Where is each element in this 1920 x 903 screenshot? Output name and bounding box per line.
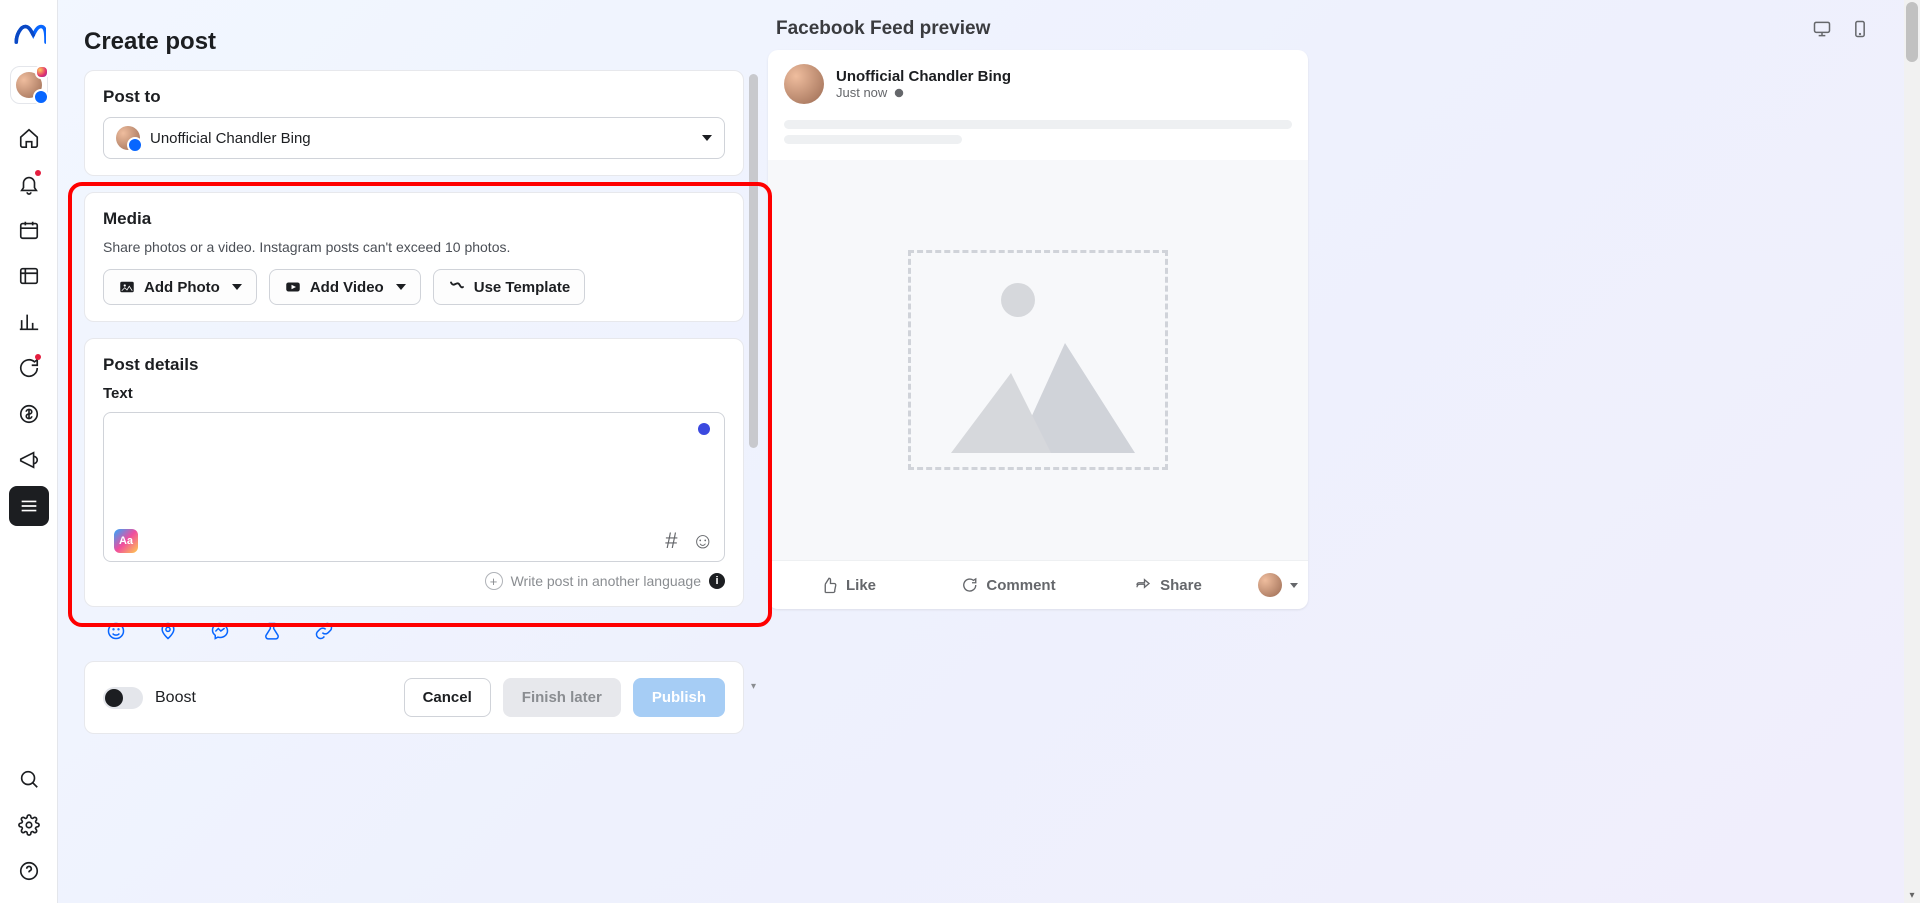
page: Create post ▾ Post to Unofficial Chandle…: [58, 0, 1904, 903]
composer: ▾ Post to Unofficial Chandler Bing Media…: [84, 70, 744, 734]
nav-notifications[interactable]: [9, 164, 49, 204]
chevron-down-icon: [1290, 583, 1298, 588]
composer-footer: Boost Cancel Finish later Publish: [84, 661, 744, 734]
preview-heading: Facebook Feed preview: [776, 18, 990, 40]
add-photo-label: Add Photo: [144, 279, 220, 296]
chevron-down-icon: [396, 284, 406, 290]
nav-all-tools[interactable]: [9, 486, 49, 526]
globe-icon: [893, 87, 905, 99]
preview-text-skeleton: [768, 120, 1308, 160]
nav-help[interactable]: [9, 851, 49, 891]
preview-card: Unofficial Chandler Bing Just now: [768, 50, 1308, 609]
instagram-badge-icon: [35, 65, 49, 79]
info-icon[interactable]: i: [709, 573, 725, 589]
add-video-label: Add Video: [310, 279, 384, 296]
text-label: Text: [103, 385, 725, 402]
use-template-label: Use Template: [474, 279, 570, 296]
placeholder-mountain-icon: [951, 373, 1051, 453]
finish-later-button[interactable]: Finish later: [503, 678, 621, 717]
nav-inbox[interactable]: [9, 348, 49, 388]
left-rail: [0, 0, 58, 903]
facebook-badge-icon: [33, 89, 49, 105]
preview-share-button[interactable]: Share: [1088, 561, 1248, 609]
nav-ads[interactable]: [9, 440, 49, 480]
preview-column: Facebook Feed preview Unofficial Chandle…: [768, 10, 1878, 609]
media-help-text: Share photos or a video. Instagram posts…: [103, 239, 725, 255]
composer-scrollbar[interactable]: ▾: [749, 74, 758, 678]
preview-like-button[interactable]: Like: [768, 561, 928, 609]
nav-content[interactable]: [9, 256, 49, 296]
preview-like-label: Like: [846, 577, 876, 594]
media-card: Media Share photos or a video. Instagram…: [84, 192, 744, 322]
preview-share-label: Share: [1160, 577, 1202, 594]
preview-share-as[interactable]: [1248, 561, 1308, 609]
add-language-icon[interactable]: +: [485, 572, 503, 590]
hashtag-icon[interactable]: #: [665, 530, 677, 552]
boost-toggle[interactable]: [103, 687, 143, 709]
page-avatar: [116, 126, 140, 150]
post-to-selected: Unofficial Chandler Bing: [150, 130, 692, 147]
chevron-down-icon: [232, 284, 242, 290]
nav-settings[interactable]: [9, 805, 49, 845]
ai-suggestion-icon[interactable]: [698, 423, 710, 435]
page-scrollbar[interactable]: ▴ ▾: [1904, 0, 1920, 903]
preview-comment-button[interactable]: Comment: [928, 561, 1088, 609]
scrollbar-thumb[interactable]: [749, 74, 758, 448]
use-template-button[interactable]: Use Template: [433, 269, 585, 305]
preview-avatar: [784, 64, 824, 104]
chevron-down-icon: [702, 135, 712, 141]
post-to-selector[interactable]: Unofficial Chandler Bing: [103, 117, 725, 159]
post-details-card: Post details Text Aa # ☺ +: [84, 338, 744, 607]
page-title: Create post: [84, 28, 744, 56]
preview-author: Unofficial Chandler Bing: [836, 68, 1011, 85]
preview-comment-label: Comment: [986, 577, 1055, 594]
emoji-icon[interactable]: ☺: [692, 530, 714, 552]
location-icon[interactable]: [154, 617, 182, 645]
preview-time: Just now: [836, 85, 887, 100]
desktop-preview-icon[interactable]: [1812, 19, 1832, 39]
write-another-language[interactable]: Write post in another language: [511, 573, 701, 589]
nav-planner[interactable]: [9, 210, 49, 250]
share-icon: [1134, 576, 1152, 594]
post-to-heading: Post to: [103, 87, 725, 107]
nav-monetization[interactable]: [9, 394, 49, 434]
nav-home[interactable]: [9, 118, 49, 158]
ab-test-icon[interactable]: [258, 617, 286, 645]
template-icon: [448, 278, 466, 296]
comment-icon: [960, 576, 978, 594]
preview-media-placeholder: [768, 160, 1308, 560]
nav-search[interactable]: [9, 759, 49, 799]
meta-logo-icon[interactable]: [12, 18, 46, 52]
scrollbar-down-arrow-icon[interactable]: ▾: [1904, 887, 1920, 903]
publish-button[interactable]: Publish: [633, 678, 725, 717]
video-icon: [284, 278, 302, 296]
placeholder-sun-icon: [1001, 283, 1035, 317]
post-extras-toolbar: [84, 617, 744, 649]
scrollbar-thumb[interactable]: [1906, 2, 1918, 62]
nav-insights[interactable]: [9, 302, 49, 342]
mobile-preview-icon[interactable]: [1850, 19, 1870, 39]
scrollbar-down-arrow-icon[interactable]: ▾: [749, 680, 758, 692]
add-photo-button[interactable]: Add Photo: [103, 269, 257, 305]
text-background-icon[interactable]: Aa: [114, 529, 138, 553]
account-switcher[interactable]: [10, 66, 48, 104]
add-video-button[interactable]: Add Video: [269, 269, 421, 305]
photo-icon: [118, 278, 136, 296]
link-icon[interactable]: [310, 617, 338, 645]
post-details-heading: Post details: [103, 355, 725, 375]
preview-mini-avatar: [1258, 573, 1282, 597]
feeling-icon[interactable]: [102, 617, 130, 645]
post-to-card: Post to Unofficial Chandler Bing: [84, 70, 744, 176]
post-text-input[interactable]: Aa # ☺: [103, 412, 725, 562]
cancel-button[interactable]: Cancel: [404, 678, 491, 717]
media-heading: Media: [103, 209, 725, 229]
messenger-icon[interactable]: [206, 617, 234, 645]
boost-label: Boost: [155, 689, 196, 707]
like-icon: [820, 576, 838, 594]
